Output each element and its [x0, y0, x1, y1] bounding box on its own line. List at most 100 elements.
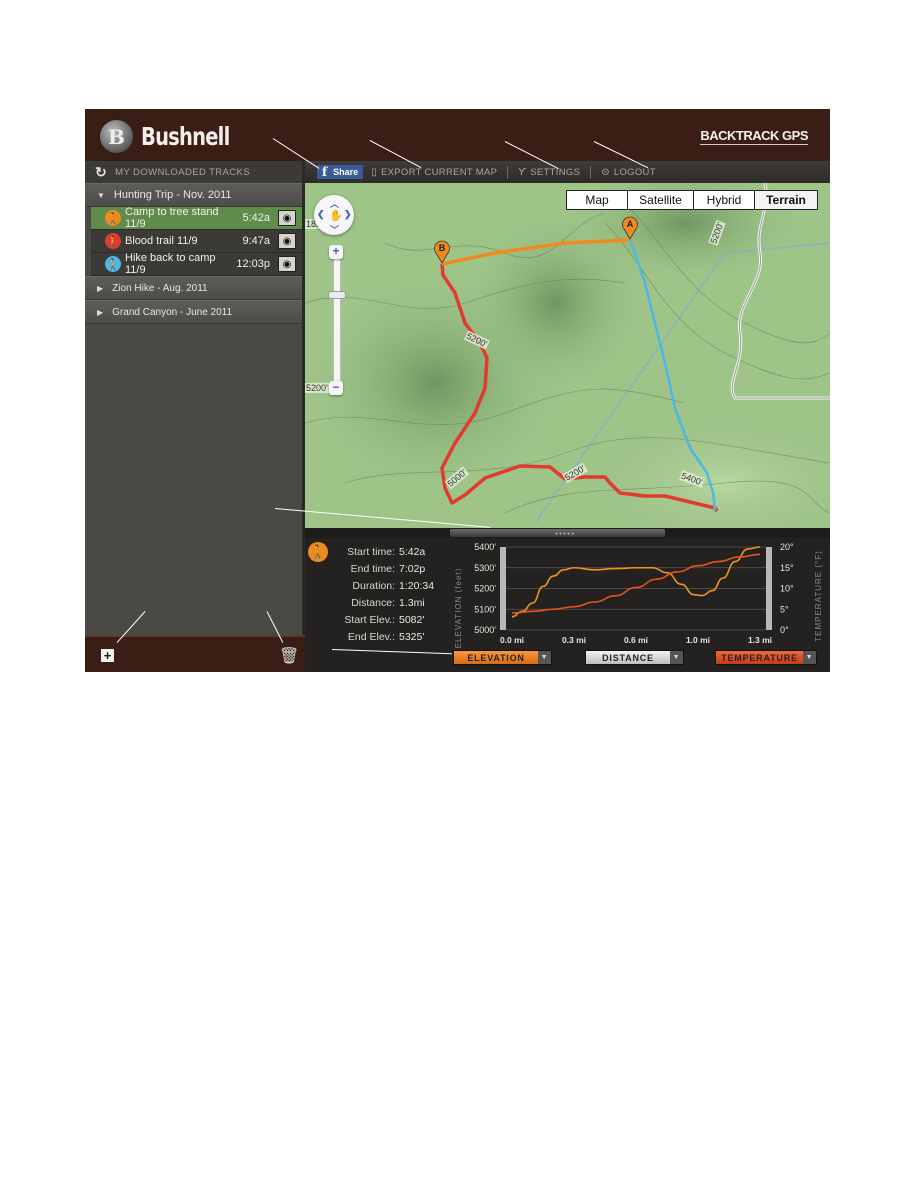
tracks-sidebar: ↻ MY DOWNLOADED TRACKS ▼ Hunting Trip - … [85, 161, 305, 635]
left-axis-bar [500, 547, 506, 630]
track-time: 5:42a [242, 212, 270, 224]
marker-a-label: A [627, 219, 634, 229]
add-track-button[interactable]: + [101, 649, 114, 662]
pan-left-icon[interactable]: ❮ [317, 209, 325, 220]
zoom-out-button[interactable]: − [329, 381, 343, 395]
eye-icon[interactable]: ◉ [278, 233, 296, 249]
contour-label: 5200' [305, 383, 329, 393]
zoom-thumb[interactable] [328, 291, 346, 299]
track-info-panel: 🚶 Start time: 5:42a End time: 7:02p Durati… [305, 538, 830, 672]
logout-arrow-icon: ⊝ [601, 166, 610, 178]
x-tick-label: 1.3 mi [748, 635, 772, 645]
logout-label: LOGOUT [613, 166, 656, 178]
panel-resize-bar[interactable]: ●●●●● [305, 528, 830, 538]
track-time: 12:03p [236, 258, 270, 270]
map-type-hybrid-button[interactable]: Hybrid [694, 191, 755, 209]
series-line-elevation [511, 553, 761, 614]
settings-button[interactable]: ϒ SETTINGS [518, 167, 580, 178]
stat-key: Duration: [352, 579, 395, 592]
zoom-slider[interactable]: + − [328, 245, 346, 395]
stat-key: End time: [350, 562, 395, 575]
triangle-right-icon: ▶ [97, 307, 104, 317]
triangle-right-icon: ▶ [97, 283, 104, 293]
track-stats: Start time: 5:42a End time: 7:02p Duration… [325, 543, 434, 645]
track-name: Blood trail 11/9 [125, 235, 198, 247]
track-group-zion-hike[interactable]: ▶ Zion Hike - Aug. 2011 [85, 276, 302, 300]
x-tick-label: 1.0 mi [686, 635, 710, 645]
stat-start-elevation: Start Elev.: 5082' [325, 611, 434, 628]
y-tick-label: 5000' [474, 625, 496, 635]
zoom-track[interactable] [333, 255, 341, 387]
series-line-temperature [511, 546, 761, 618]
hand-icon[interactable]: ✋ [329, 209, 343, 222]
pan-right-icon[interactable]: ❯ [344, 209, 352, 220]
bushnell-logo: B Bushnell [99, 119, 254, 154]
stat-key: Start time: [347, 545, 395, 558]
trash-icon[interactable]: 🗑 [279, 646, 299, 666]
toolbar: f Share ▯ EXPORT CURRENT MAP ϒ SETTINGS … [305, 147, 830, 183]
y-tick-label: 5300' [474, 563, 496, 573]
y2-tick-label: 20° [780, 542, 794, 552]
group-label: Hunting Trip - Nov. 2011 [113, 189, 232, 201]
triangle-down-icon: ▼ [97, 190, 105, 200]
map-type-satellite-button[interactable]: Satellite [628, 191, 694, 209]
track-group-hunting-trip[interactable]: ▼ Hunting Trip - Nov. 2011 [85, 183, 302, 207]
stat-end-time: End time: 7:02p [325, 560, 434, 577]
dropdown-label: ELEVATION [467, 652, 525, 663]
zoom-in-button[interactable]: + [329, 245, 343, 259]
track-group-grand-canyon[interactable]: ▶ Grand Canyon - June 2011 [85, 300, 302, 324]
eye-icon[interactable]: ◉ [278, 256, 296, 272]
x-tick-label: 0.6 mi [624, 635, 648, 645]
bushnell-wordmark: Bushnell [141, 122, 230, 151]
dropdown-label: TEMPERATURE [721, 652, 798, 663]
eye-icon[interactable]: ◉ [278, 210, 296, 226]
y2-tick-label: 15° [780, 563, 794, 573]
pan-control[interactable]: ︿ ﹀ ❮ ❯ ✋ [314, 195, 354, 235]
hiker-icon: 🚶 [105, 233, 121, 249]
refresh-icon[interactable]: ↻ [95, 164, 107, 181]
facebook-icon: f [322, 165, 328, 179]
stat-value: 5082' [399, 613, 425, 626]
group-label: Grand Canyon - June 2011 [112, 306, 233, 318]
share-label: Share [333, 167, 359, 177]
stat-value: 5325' [399, 630, 425, 643]
track-item[interactable]: 🚶 Blood trail 11/9 9:47a ◉ [91, 230, 302, 253]
x-tick-label: 0.0 mi [500, 635, 524, 645]
resize-handle[interactable]: ●●●●● [450, 529, 665, 537]
stat-value: 7:02p [399, 562, 426, 575]
stat-key: Start Elev.: [344, 613, 395, 626]
tracks-header-label: MY DOWNLOADED TRACKS [115, 166, 251, 178]
stat-value: 1.3mi [399, 596, 425, 609]
stat-value: 5:42a [399, 545, 426, 558]
hiker-icon: 🚶 [105, 256, 121, 272]
track-item[interactable]: 🚶 Camp to tree stand 11/9 5:42a ◉ [91, 206, 302, 230]
x-tick-label: 0.3 mi [562, 635, 586, 645]
hiker-icon: 🚶 [105, 210, 121, 226]
grip-dots-icon: ●●●●● [555, 531, 576, 537]
wrench-icon: ϒ [518, 166, 527, 178]
dropdown-arrow-icon: ▼ [670, 651, 683, 664]
right-axis-dropdown[interactable]: TEMPERATURE ▼ [715, 650, 817, 665]
toolbar-divider [590, 165, 592, 179]
document-icon: ▯ [371, 166, 377, 178]
stat-value: 1:20:34 [399, 579, 435, 592]
y2-tick-label: 10° [780, 584, 794, 594]
map-type-map-button[interactable]: Map [567, 191, 628, 209]
facebook-share-button[interactable]: f Share [317, 165, 364, 179]
stat-key: Distance: [351, 596, 395, 609]
x-axis-dropdown[interactable]: DISTANCE ▼ [585, 650, 684, 665]
toolbar-divider [507, 165, 509, 179]
map-type-terrain-button[interactable]: Terrain [755, 191, 817, 209]
dropdown-arrow-icon: ▼ [803, 651, 816, 664]
left-axis-dropdown[interactable]: ELEVATION ▼ [453, 650, 552, 665]
terrain-map[interactable]: B A 5200' 5200' 5200' 5000' 5200' 5400' … [305, 183, 830, 528]
track-time: 9:47a [242, 235, 270, 247]
export-map-button[interactable]: ▯ EXPORT CURRENT MAP [371, 167, 497, 178]
track-item[interactable]: 🚶 Hike back to camp 11/9 12:03p ◉ [91, 252, 302, 276]
backtrack-wordmark: BACKTRACK GPS [700, 128, 808, 145]
group-label: Zion Hike - Aug. 2011 [112, 282, 208, 294]
stat-end-elevation: End Elev.: 5325' [325, 628, 434, 645]
pan-down-icon[interactable]: ﹀ [330, 223, 339, 236]
app-window: B Bushnell BACKTRACK GPS HuntTrack ♆ f S… [85, 109, 830, 672]
export-label: EXPORT CURRENT MAP [381, 166, 498, 178]
